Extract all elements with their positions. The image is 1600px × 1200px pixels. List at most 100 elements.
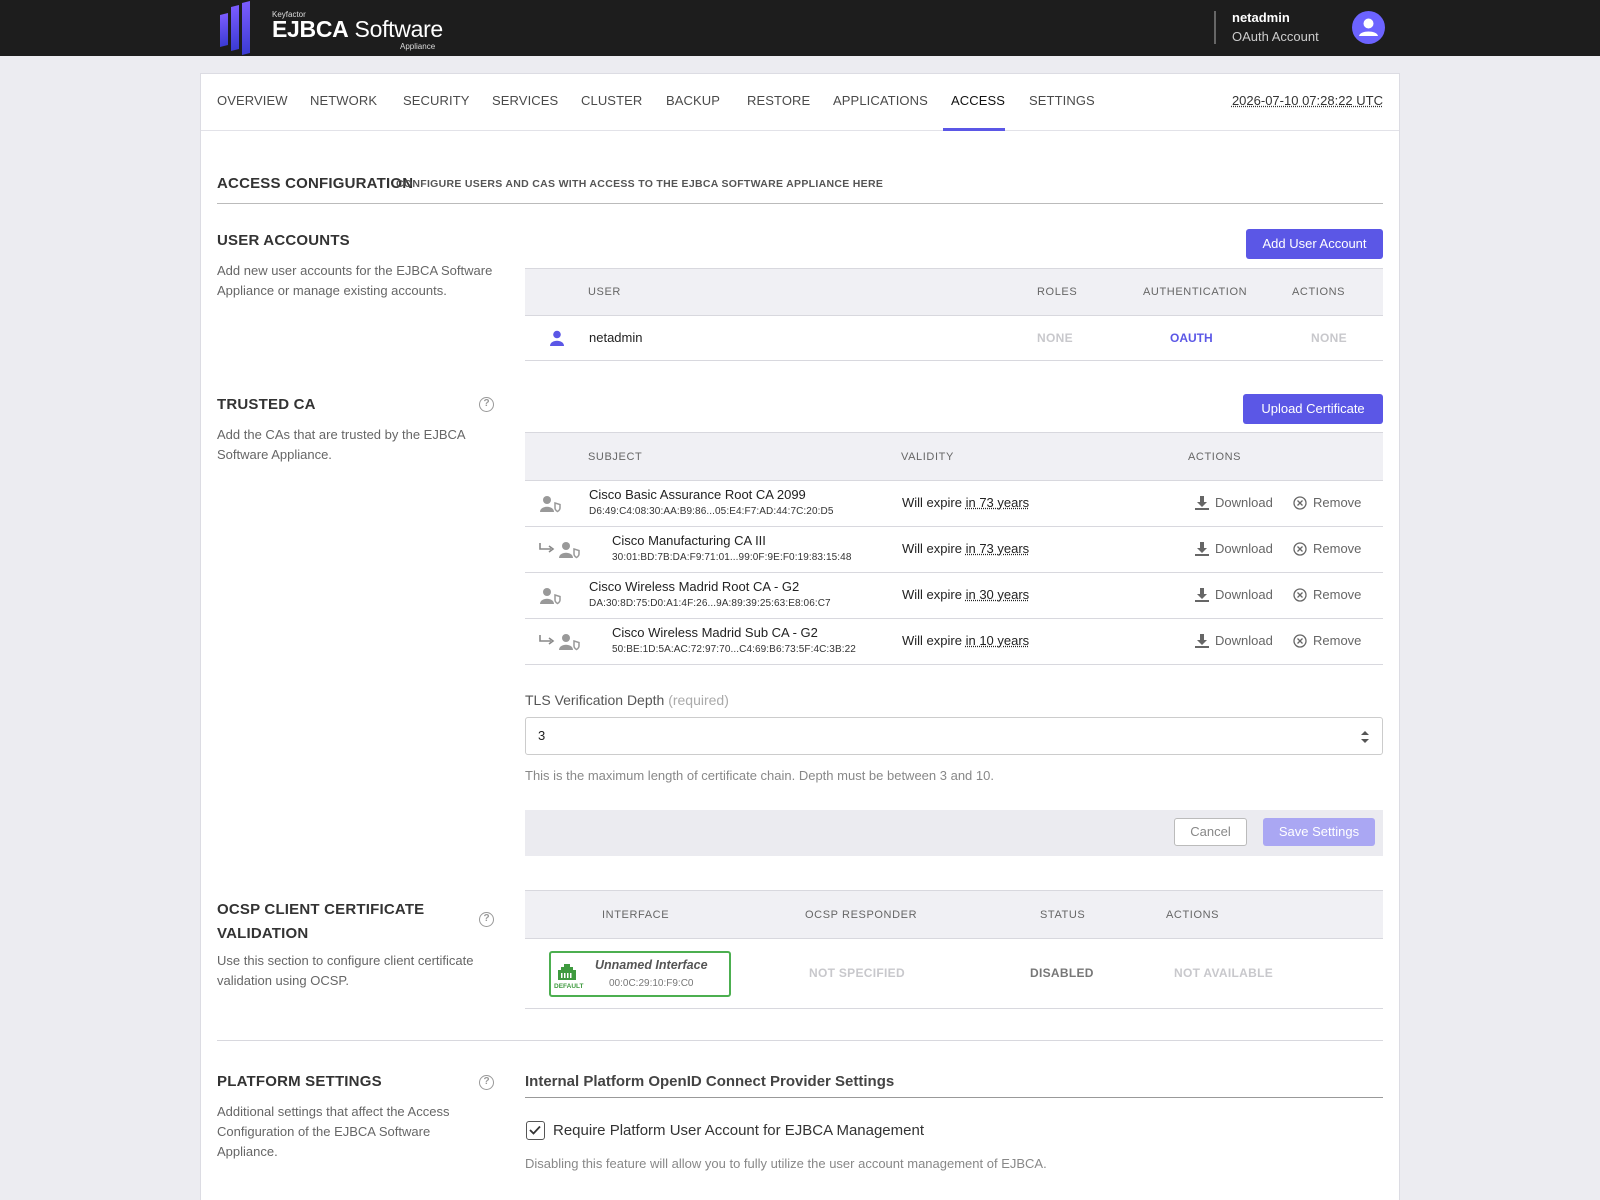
cancel-button[interactable]: Cancel — [1174, 818, 1247, 846]
current-user-name[interactable]: netadmin — [1232, 10, 1290, 25]
interface-card[interactable]: DEFAULT Unnamed Interface 00:0C:29:10:F9… — [549, 951, 731, 997]
number-stepper-icon[interactable] — [1360, 729, 1370, 745]
nav-tabs: OVERVIEW NETWORK SECURITY SERVICES CLUST… — [201, 74, 1399, 131]
ca-certificate-icon — [540, 587, 562, 605]
table-row: Cisco Wireless Madrid Root CA - G2 DA:30… — [525, 573, 1383, 619]
tls-depth-value: 3 — [538, 728, 545, 743]
tab-services[interactable]: SERVICES — [492, 93, 558, 108]
openid-settings-heading: Internal Platform OpenID Connect Provide… — [525, 1073, 894, 1090]
active-tab-indicator — [943, 128, 1005, 131]
tab-settings[interactable]: SETTINGS — [1029, 93, 1095, 108]
ca-subject: Cisco Manufacturing CA III — [612, 533, 766, 548]
ca-certificate-icon — [540, 495, 562, 513]
ocsp-actions-cell: NOT AVAILABLE — [1174, 966, 1273, 980]
checkmark-icon — [527, 1122, 543, 1138]
actions-cell: NONE — [1311, 331, 1347, 345]
table-row: Cisco Wireless Madrid Sub CA - G2 50:BE:… — [525, 619, 1383, 665]
logo-appliance: Appliance — [400, 42, 435, 51]
tab-overview[interactable]: OVERVIEW — [217, 93, 288, 108]
download-button[interactable]: Download — [1195, 633, 1273, 648]
ocsp-status-cell: DISABLED — [1030, 966, 1094, 980]
ejbca-logo[interactable]: Keyfactor EJBCA Software Appliance — [218, 0, 442, 56]
ca-fingerprint: 50:BE:1D:5A:AC:72:97:70...C4:69:B6:73:5F… — [612, 644, 856, 655]
tab-cluster[interactable]: CLUSTER — [581, 93, 642, 108]
ca-fingerprint: 30:01:BD:7B:DA:F9:71:01...99:0F:9E:F0:19… — [612, 552, 852, 563]
ca-validity: Will expire in 73 years — [902, 541, 1029, 556]
network-port-icon — [556, 964, 578, 980]
save-settings-button[interactable]: Save Settings — [1263, 818, 1375, 846]
section-divider — [217, 1040, 1383, 1041]
column-header-ocsp-actions: ACTIONS — [1166, 909, 1219, 921]
ca-validity: Will expire in 30 years — [902, 587, 1029, 602]
ca-fingerprint: DA:30:8D:75:D0:A1:4F:26...9A:89:39:25:63… — [589, 598, 831, 609]
require-platform-account-checkbox[interactable] — [526, 1121, 545, 1140]
user-avatar-icon[interactable] — [1352, 11, 1385, 44]
table-row: Cisco Manufacturing CA III 30:01:BD:7B:D… — [525, 527, 1383, 573]
upload-certificate-button[interactable]: Upload Certificate — [1243, 394, 1383, 424]
platform-settings-title: PLATFORM SETTINGS — [217, 1073, 382, 1090]
interface-mac: 00:0C:29:10:F9:C0 — [609, 978, 694, 989]
ca-subject: Cisco Basic Assurance Root CA 2099 — [589, 487, 806, 502]
download-icon — [1195, 588, 1209, 602]
trusted-ca-description: Add the CAs that are trusted by the EJBC… — [217, 425, 487, 465]
tab-security[interactable]: SECURITY — [403, 93, 470, 108]
roles-cell: NONE — [1037, 331, 1073, 345]
tab-access[interactable]: ACCESS — [951, 93, 1005, 108]
ocsp-table-header: INTERFACE OCSP RESPONDER STATUS ACTIONS — [525, 890, 1383, 939]
remove-button[interactable]: Remove — [1293, 587, 1361, 602]
user-divider — [1214, 11, 1216, 44]
ca-validity: Will expire in 10 years — [902, 633, 1029, 648]
authentication-cell[interactable]: OAUTH — [1170, 331, 1213, 345]
user-icon — [550, 330, 564, 346]
tls-depth-label: TLS Verification Depth (required) — [525, 692, 729, 708]
table-row: Cisco Basic Assurance Root CA 2099 D6:49… — [525, 481, 1383, 527]
column-header-status: STATUS — [1040, 909, 1085, 921]
remove-button[interactable]: Remove — [1293, 633, 1361, 648]
add-user-account-button[interactable]: Add User Account — [1246, 229, 1383, 259]
column-header-ca-actions: ACTIONS — [1188, 451, 1241, 463]
download-icon — [1195, 634, 1209, 648]
top-bar: Keyfactor EJBCA Software Appliance netad… — [0, 0, 1600, 56]
download-icon — [1195, 542, 1209, 556]
remove-icon — [1293, 634, 1307, 648]
tab-network[interactable]: NETWORK — [310, 93, 377, 108]
trusted-ca-title: TRUSTED CA — [217, 396, 316, 413]
form-actions-bar: Cancel Save Settings — [525, 810, 1383, 856]
tab-applications[interactable]: APPLICATIONS — [833, 93, 928, 108]
download-button[interactable]: Download — [1195, 541, 1273, 556]
tls-depth-input[interactable]: 3 — [525, 717, 1383, 755]
remove-icon — [1293, 496, 1307, 510]
platform-help-icon[interactable]: ? — [479, 1075, 494, 1090]
column-header-subject: SUBJECT — [588, 451, 642, 463]
user-accounts-description: Add new user accounts for the EJBCA Soft… — [217, 261, 497, 301]
require-platform-account-label[interactable]: Require Platform User Account for EJBCA … — [553, 1122, 924, 1139]
tab-backup[interactable]: BACKUP — [666, 93, 720, 108]
ocsp-help-icon[interactable]: ? — [479, 912, 494, 927]
download-button[interactable]: Download — [1195, 495, 1273, 510]
default-badge: DEFAULT — [554, 983, 584, 990]
page-subtitle: CONFIGURE USERS AND CAS WITH ACCESS TO T… — [396, 178, 883, 190]
column-header-authentication: AUTHENTICATION — [1143, 286, 1247, 298]
trusted-ca-help-icon[interactable]: ? — [479, 397, 494, 412]
remove-button[interactable]: Remove — [1293, 495, 1361, 510]
user-accounts-title: USER ACCOUNTS — [217, 232, 350, 249]
table-row: netadmin NONE OAUTH NONE — [525, 316, 1383, 362]
column-header-actions: ACTIONS — [1292, 286, 1345, 298]
platform-settings-description: Additional settings that affect the Acce… — [217, 1102, 477, 1162]
remove-button[interactable]: Remove — [1293, 541, 1361, 556]
page-title: ACCESS CONFIGURATION — [217, 175, 413, 192]
require-platform-account-help: Disabling this feature will allow you to… — [525, 1156, 1047, 1171]
ocsp-responder-cell: NOT SPECIFIED — [809, 966, 905, 980]
ca-subject: Cisco Wireless Madrid Sub CA - G2 — [612, 625, 818, 640]
ca-certificate-icon — [559, 633, 581, 651]
column-header-roles: ROLES — [1037, 286, 1077, 298]
column-header-interface: INTERFACE — [602, 909, 669, 921]
logo-mark-icon — [218, 0, 266, 56]
child-arrow-icon — [539, 635, 555, 647]
table-row: DEFAULT Unnamed Interface 00:0C:29:10:F9… — [525, 939, 1383, 1009]
current-user-account-type: OAuth Account — [1232, 29, 1319, 44]
download-icon — [1195, 496, 1209, 510]
ocsp-title: OCSP CLIENT CERTIFICATE VALIDATION — [217, 898, 424, 946]
tab-restore[interactable]: RESTORE — [747, 93, 810, 108]
download-button[interactable]: Download — [1195, 587, 1273, 602]
